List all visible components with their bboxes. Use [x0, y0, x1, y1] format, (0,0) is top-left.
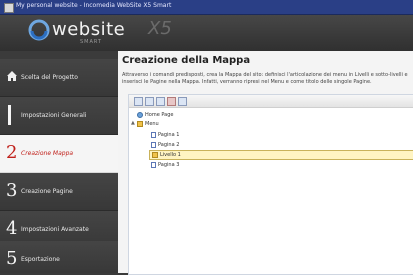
sidebar-item-label: Creazione Mappa	[21, 150, 74, 157]
delete-icon[interactable]	[167, 97, 176, 106]
page-icon	[151, 161, 156, 168]
folder-icon	[137, 120, 143, 127]
tree-node-label: Pagina 1	[158, 132, 180, 138]
sidebar-item-label: Impostazioni Generali	[21, 112, 87, 119]
new-level-icon[interactable]	[134, 97, 143, 106]
step-number: 5	[6, 248, 18, 269]
tree-node-pagina-2[interactable]: Pagina 2	[151, 141, 179, 149]
expand-toggle-icon[interactable]: ▲	[131, 120, 135, 126]
window-title: My personal website - Incomedia WebSite …	[16, 2, 172, 9]
page-description: Attraverso i comandi predisposti, crea l…	[122, 72, 408, 85]
window-title-bar: My personal website - Incomedia WebSite …	[0, 0, 413, 15]
rename-icon[interactable]	[156, 97, 165, 106]
home-icon	[7, 71, 17, 81]
map-toolbar	[129, 95, 413, 108]
step-1-bar-icon	[8, 105, 11, 125]
sidebar-item-label: Esportazione	[21, 256, 60, 263]
sidebar-item-label: Creazione Pagine	[21, 188, 73, 195]
tree-node-livello-1[interactable]: Livello 1	[149, 150, 413, 160]
step-number: 2	[6, 142, 18, 163]
move-icon[interactable]	[178, 97, 187, 106]
site-map-panel: Home Page ▲ Menu Pagina 1 Pagina 2 Livel…	[128, 94, 413, 275]
tree-node-label: Pagina 2	[158, 142, 180, 148]
brand-edition: SMART	[80, 39, 103, 45]
step-number: 3	[6, 180, 18, 201]
tree-node-menu[interactable]: Menu	[137, 120, 159, 128]
sidebar-item-export[interactable]: 5 Esportazione	[0, 241, 118, 273]
app-icon	[4, 3, 14, 13]
tree-node-label: Home Page	[145, 112, 174, 118]
page-icon	[151, 141, 156, 148]
folder-icon	[152, 151, 158, 158]
sidebar-item-page-creation[interactable]: 3 Creazione Pagine	[0, 173, 118, 211]
sidebar-item-project[interactable]: Scelta del Progetto	[0, 59, 118, 97]
logo-swirl-icon	[28, 19, 50, 41]
new-page-icon[interactable]	[145, 97, 154, 106]
main-content: Creazione della Mappa Attraverso i coman…	[118, 51, 413, 275]
sidebar-item-general-settings[interactable]: Impostazioni Generali	[0, 97, 118, 135]
tree-node-pagina-1[interactable]: Pagina 1	[151, 131, 179, 139]
home-page-icon	[137, 111, 143, 118]
tree-node-pagina-3[interactable]: Pagina 3	[151, 161, 179, 169]
tree-node-label: Menu	[145, 121, 159, 127]
sidebar: Scelta del Progetto Impostazioni General…	[0, 51, 118, 273]
tree-node-label: Pagina 3	[158, 162, 180, 168]
tree-node-label: Livello 1	[160, 152, 181, 158]
page-title: Creazione della Mappa	[122, 55, 251, 66]
sidebar-item-map-creation[interactable]: 2 Creazione Mappa	[0, 135, 118, 173]
brand-version: X5	[148, 18, 172, 39]
sidebar-item-label: Scelta del Progetto	[21, 74, 78, 81]
brand-name: website	[52, 19, 126, 40]
site-map-tree: Home Page ▲ Menu Pagina 1 Pagina 2 Livel…	[129, 108, 413, 274]
step-number: 4	[6, 218, 18, 239]
page-icon	[151, 131, 156, 138]
tree-node-home-page[interactable]: Home Page	[137, 111, 173, 119]
sidebar-item-label: Impostazioni Avanzate	[21, 226, 89, 233]
